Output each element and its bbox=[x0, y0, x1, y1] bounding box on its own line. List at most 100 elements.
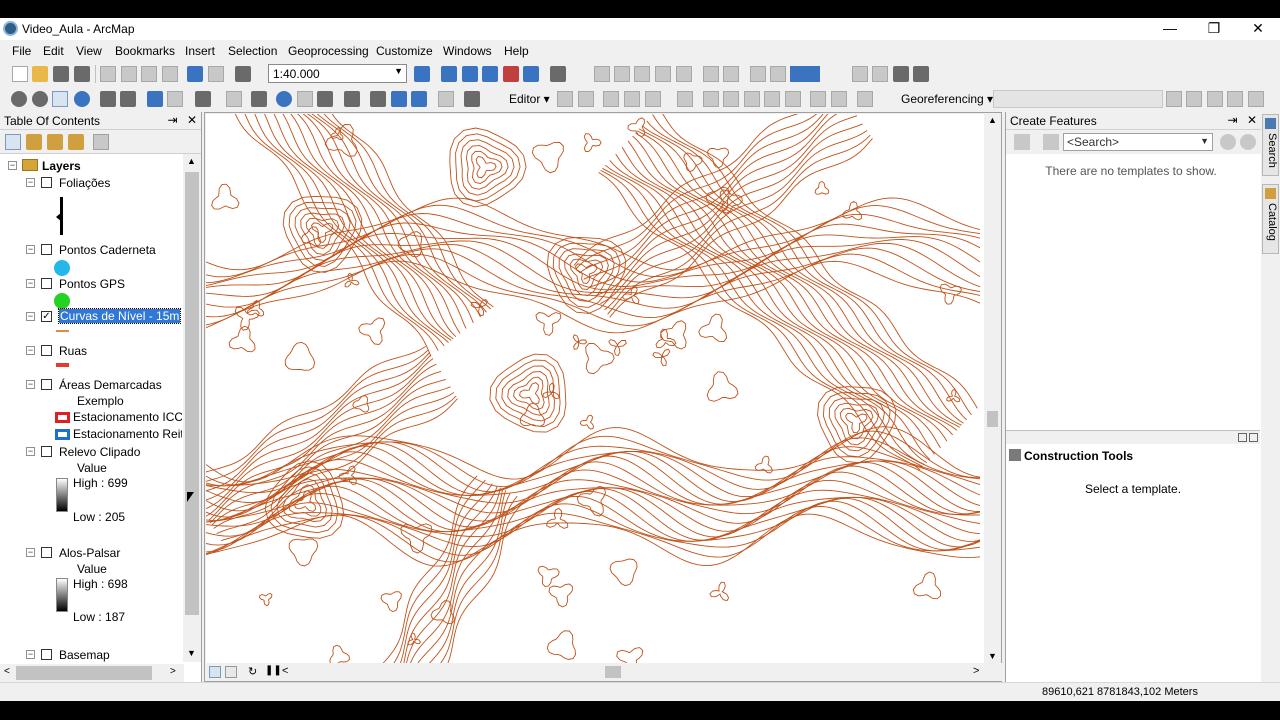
add-data-icon[interactable] bbox=[235, 66, 251, 82]
menu-insert[interactable]: Insert bbox=[185, 44, 215, 58]
menu-help[interactable]: Help bbox=[504, 44, 529, 58]
menu-file[interactable]: File bbox=[12, 44, 31, 58]
visibility-checkbox[interactable]: ✓ bbox=[41, 311, 52, 322]
visibility-checkbox[interactable] bbox=[41, 177, 52, 188]
layout-icon[interactable] bbox=[1249, 433, 1258, 442]
scroll-up-icon[interactable]: ▲ bbox=[187, 156, 196, 166]
attributes-icon[interactable] bbox=[810, 91, 826, 107]
menu-view[interactable]: View bbox=[76, 44, 102, 58]
map-canvas[interactable] bbox=[206, 114, 985, 664]
rotate-icon[interactable] bbox=[785, 91, 801, 107]
zoom-in-icon[interactable] bbox=[11, 91, 27, 107]
split-icon[interactable] bbox=[764, 91, 780, 107]
menu-windows[interactable]: Windows bbox=[443, 44, 492, 58]
scroll-left-icon[interactable]: < bbox=[4, 666, 10, 677]
edit-tool-icon[interactable] bbox=[557, 91, 573, 107]
map-view[interactable]: ▲ ▼ ↻ ❚❚ < > bbox=[204, 112, 1003, 682]
map-scale-combo[interactable]: 1:40.000 ▼ bbox=[268, 64, 407, 83]
visibility-checkbox[interactable] bbox=[41, 278, 52, 289]
cut-icon[interactable] bbox=[100, 66, 116, 82]
map-vertical-scrollbar[interactable]: ▲ ▼ bbox=[984, 113, 1001, 665]
print-icon[interactable] bbox=[74, 66, 90, 82]
visibility-checkbox[interactable] bbox=[41, 649, 52, 660]
undo-icon[interactable] bbox=[187, 66, 203, 82]
minimize-button[interactable]: — bbox=[1148, 18, 1192, 40]
globe-full-extent-icon[interactable] bbox=[74, 91, 90, 107]
point-icon[interactable] bbox=[677, 91, 693, 107]
menu-selection[interactable]: Selection bbox=[228, 44, 277, 58]
scroll-down-icon[interactable]: ▼ bbox=[988, 651, 997, 661]
create-viewer-icon[interactable] bbox=[464, 91, 480, 107]
toc-vertical-scrollbar[interactable]: ▲ ▼ bbox=[183, 154, 201, 662]
layer-row-areas-demarcadas[interactable]: − Áreas Demarcadas bbox=[0, 377, 180, 393]
list-by-drawing-order-icon[interactable] bbox=[5, 134, 21, 150]
layer-name-selected[interactable]: Curvas de Nível - 15m bbox=[57, 308, 182, 324]
visibility-checkbox[interactable] bbox=[41, 379, 52, 390]
menu-geoprocessing[interactable]: Geoprocessing bbox=[288, 44, 369, 58]
layer-row-foliacoes[interactable]: − Foliações bbox=[0, 175, 180, 191]
layer-row-alos-palsar[interactable]: − Alos-Palsar bbox=[0, 545, 180, 561]
data-driven-pages-icon[interactable] bbox=[893, 66, 909, 82]
visibility-checkbox[interactable] bbox=[41, 446, 52, 457]
find-route-icon[interactable] bbox=[391, 91, 407, 107]
straight-segment-icon[interactable] bbox=[603, 91, 619, 107]
menu-bookmarks[interactable]: Bookmarks bbox=[115, 44, 175, 58]
menu-edit[interactable]: Edit bbox=[43, 44, 64, 58]
layer-row-pontos-caderneta[interactable]: − Pontos Caderneta bbox=[0, 242, 180, 258]
list-by-selection-icon[interactable] bbox=[68, 134, 84, 150]
arctoolbox-icon[interactable] bbox=[503, 66, 519, 82]
menu-customize[interactable]: Customize bbox=[376, 44, 433, 58]
layout-icon[interactable] bbox=[703, 66, 719, 82]
viewer-icon[interactable] bbox=[1248, 91, 1264, 107]
scroll-right-icon[interactable]: > bbox=[973, 665, 979, 677]
toc-options-icon[interactable] bbox=[93, 134, 109, 150]
shift-geo-icon[interactable] bbox=[1186, 91, 1202, 107]
delete-icon[interactable] bbox=[162, 66, 178, 82]
select-features-icon[interactable] bbox=[195, 91, 211, 107]
filter-icon[interactable] bbox=[1043, 134, 1059, 150]
draft-mode-icon[interactable] bbox=[852, 66, 868, 82]
layer-row-basemap[interactable]: − Basemap bbox=[0, 647, 180, 662]
visibility-checkbox[interactable] bbox=[41, 244, 52, 255]
create-features-close-icon[interactable]: ✕ bbox=[1247, 113, 1257, 127]
layer-row-curvas-de-nivel[interactable]: − ✓ Curvas de Nível - 15m bbox=[0, 308, 182, 325]
organize-templates-icon[interactable] bbox=[1014, 134, 1030, 150]
collapse-icon[interactable]: − bbox=[26, 279, 35, 288]
contour-lines-map[interactable] bbox=[206, 114, 985, 664]
zoom-out-fixed-icon[interactable] bbox=[614, 66, 630, 82]
scroll-thumb[interactable] bbox=[605, 666, 621, 678]
scroll-right-icon[interactable]: > bbox=[170, 666, 176, 677]
collapse-icon[interactable]: − bbox=[26, 245, 35, 254]
new-document-icon[interactable] bbox=[12, 66, 28, 82]
search-icon[interactable] bbox=[1220, 134, 1236, 150]
list-by-visibility-icon[interactable] bbox=[47, 134, 63, 150]
full-extent-icon[interactable] bbox=[655, 66, 671, 82]
visibility-checkbox[interactable] bbox=[41, 547, 52, 558]
edit-annotation-icon[interactable] bbox=[578, 91, 594, 107]
collapse-icon[interactable]: − bbox=[26, 312, 35, 321]
zoom-100-icon[interactable] bbox=[770, 66, 786, 82]
collapse-icon[interactable]: − bbox=[26, 548, 35, 557]
restore-button[interactable]: ❐ bbox=[1192, 18, 1236, 40]
scroll-up-icon[interactable]: ▲ bbox=[988, 115, 997, 125]
collapse-icon[interactable]: − bbox=[26, 346, 35, 355]
collapse-icon[interactable]: − bbox=[26, 650, 35, 659]
scroll-down-icon[interactable]: ▼ bbox=[187, 648, 196, 658]
data-view-icon[interactable] bbox=[209, 666, 221, 678]
forward-arrow-icon[interactable] bbox=[167, 91, 183, 107]
pause-drawing-icon[interactable]: ❚❚ bbox=[265, 665, 282, 676]
refresh-icon[interactable] bbox=[676, 66, 692, 82]
create-features-icon[interactable] bbox=[857, 91, 873, 107]
cut-polygons-icon[interactable] bbox=[744, 91, 760, 107]
panel-splitter[interactable] bbox=[1006, 430, 1260, 444]
python-window-icon[interactable] bbox=[523, 66, 539, 82]
georeferencing-layer-combo[interactable] bbox=[993, 90, 1163, 108]
view-link-table-icon[interactable] bbox=[1227, 91, 1243, 107]
scroll-thumb[interactable] bbox=[185, 172, 199, 615]
layout-view-icon[interactable] bbox=[225, 666, 237, 678]
arrange-icon[interactable] bbox=[1238, 433, 1247, 442]
zoom-out-icon[interactable] bbox=[32, 91, 48, 107]
collapse-icon[interactable]: − bbox=[8, 161, 17, 170]
list-by-source-icon[interactable] bbox=[26, 134, 42, 150]
map-horizontal-scrollbar[interactable]: ↻ ❚❚ < > bbox=[205, 663, 1003, 681]
